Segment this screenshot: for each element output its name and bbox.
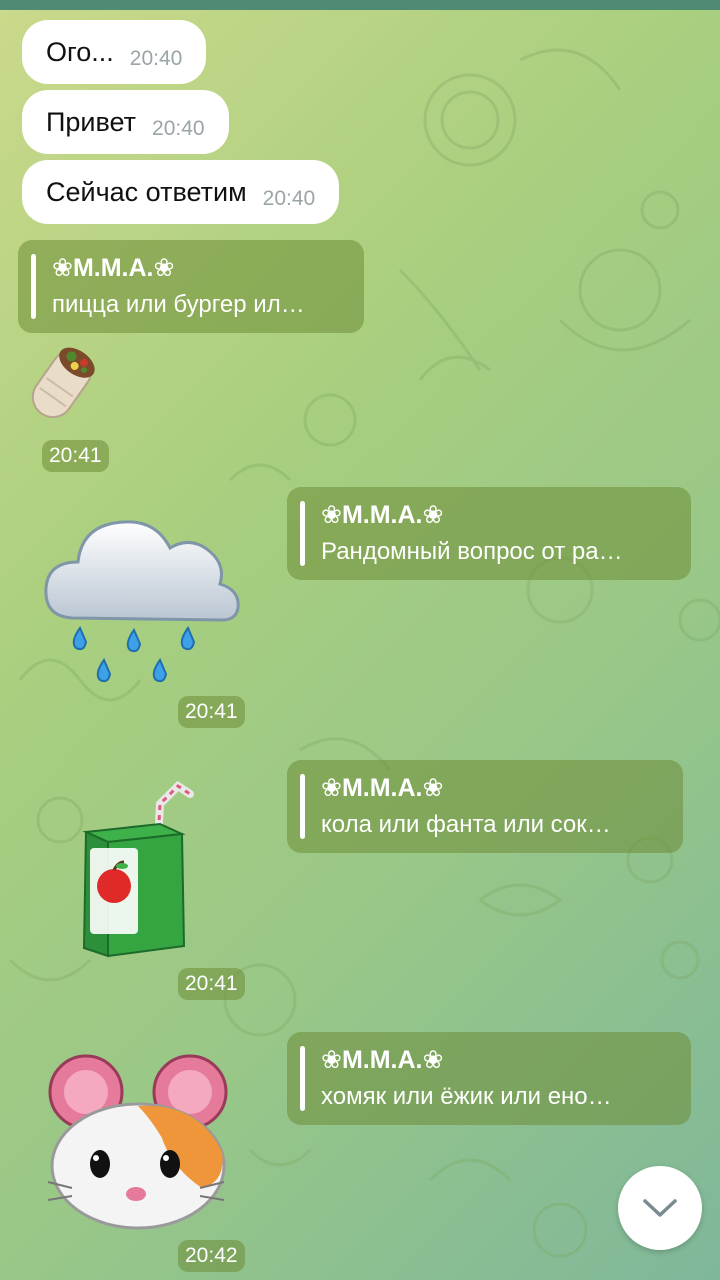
message-text: Привет [46,106,137,137]
reply-quote: хомяк или ёжик или ено… [321,1083,612,1110]
message-time: 20:40 [152,117,205,140]
rain-cloud-icon[interactable] [42,500,242,695]
burrito-icon[interactable] [16,338,108,430]
hamster-icon[interactable] [44,1048,232,1232]
message-text: Ого... [46,36,114,67]
sticker-time: 20:42 [178,1240,245,1272]
reply-preview[interactable]: ❀М.М.А.❀ кола или фанта или сок… [287,760,683,853]
reply-preview[interactable]: ❀М.М.А.❀ Рандомный вопрос от ра… [287,487,691,580]
reply-quote: Рандомный вопрос от ра… [321,538,623,565]
message-time: 20:40 [262,187,316,210]
reply-author: ❀М.М.А.❀ [52,254,175,282]
scroll-down-button[interactable] [618,1166,702,1250]
sticker-time: 20:41 [178,968,245,1000]
message-bubble[interactable]: Привет 20:40 [22,90,229,154]
reply-quote: кола или фанта или сок… [321,811,611,838]
chevron-down-icon [643,1199,677,1217]
reply-quote: пицца или бургер ил… [52,291,305,318]
reply-author: ❀М.М.А.❀ [321,774,444,802]
message-text: Сейчас ответим [46,176,247,207]
message-bubble[interactable]: Сейчас ответим 20:40 [22,160,340,224]
sticker-time: 20:41 [42,440,109,472]
reply-preview[interactable]: ❀М.М.А.❀ пицца или бургер ил… [18,240,364,333]
reply-preview[interactable]: ❀М.М.А.❀ хомяк или ёжик или ено… [287,1032,691,1125]
sticker-time: 20:41 [178,696,245,728]
reply-author: ❀М.М.А.❀ [321,1046,444,1074]
message-bubble[interactable]: Ого... 20:40 [22,20,207,84]
juice-box-icon[interactable] [78,780,208,962]
message-time: 20:40 [129,47,183,70]
reply-author: ❀М.М.А.❀ [321,501,444,529]
